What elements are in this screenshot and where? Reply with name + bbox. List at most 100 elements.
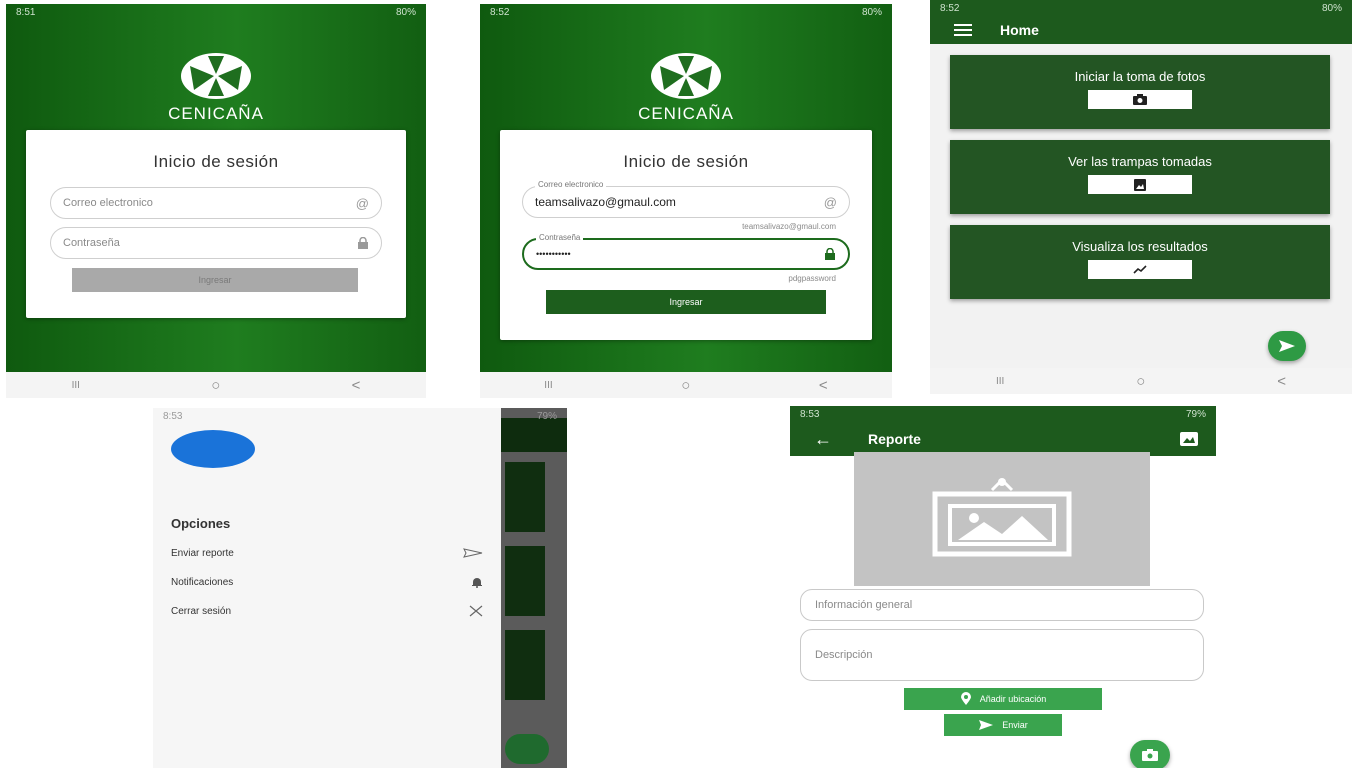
home-button[interactable]: ○ — [1136, 373, 1145, 390]
home-appbar: Home — [930, 16, 1352, 44]
view-traps-card[interactable]: Ver las trampas tomadas — [950, 140, 1330, 214]
camera-button[interactable] — [1088, 90, 1192, 109]
status-time: 8:52 — [940, 2, 960, 14]
dimmed-home-card — [505, 546, 545, 616]
image-icon — [1134, 178, 1146, 191]
lock-icon — [358, 237, 368, 249]
lock-icon — [825, 248, 835, 260]
login-title: Inicio de sesión — [153, 152, 279, 171]
cenicana-logo-icon — [651, 53, 721, 99]
back-arrow-icon[interactable]: ← — [814, 429, 832, 450]
status-time: 8:53 — [163, 410, 183, 422]
login-card: Inicio de sesión Correo electronico team… — [500, 130, 872, 340]
login-button[interactable]: Ingresar — [546, 290, 826, 314]
password-label: Contraseña — [536, 233, 584, 242]
status-bar: 8:51 80% — [6, 4, 426, 20]
back-button[interactable]: < — [1277, 373, 1286, 390]
status-time: 8:52 — [490, 6, 510, 18]
login-card: Inicio de sesión Correo electronico @ Co… — [26, 130, 406, 318]
recent-apps-button[interactable]: III — [996, 376, 1004, 387]
bell-icon — [472, 578, 482, 588]
trend-icon — [1133, 264, 1147, 274]
system-navbar: III ○ < — [6, 372, 426, 398]
password-value: ••••••••••• — [536, 249, 571, 259]
system-navbar: III ○ < — [930, 368, 1352, 394]
send-icon — [1279, 340, 1295, 352]
system-navbar: III ○ < — [480, 372, 892, 398]
send-label: Enviar — [1002, 720, 1028, 730]
gallery-button[interactable] — [1088, 175, 1192, 194]
add-location-button[interactable]: Añadir ubicación — [904, 688, 1102, 710]
login-screen-empty: 8:51 80% CENICAÑA Inicio de sesión Corre… — [6, 4, 426, 398]
brand-name: CENICAÑA — [638, 104, 734, 123]
take-photos-label: Iniciar la toma de fotos — [1074, 69, 1206, 84]
camera-icon — [1133, 94, 1147, 105]
add-location-label: Añadir ubicación — [979, 694, 1047, 704]
drawer-section-title: Opciones — [171, 516, 231, 531]
home-title: Home — [1000, 22, 1039, 38]
send-icon — [463, 548, 483, 558]
report-title: Reporte — [868, 431, 921, 447]
email-helper: teamsalivazo@gmaul.com — [742, 222, 836, 231]
send-fab[interactable] — [1268, 331, 1306, 361]
password-placeholder: Contraseña — [63, 237, 120, 249]
dimmed-fab — [505, 734, 549, 764]
email-value: teamsalivazo@gmaul.com — [535, 195, 676, 209]
cenicana-logo-icon — [181, 53, 251, 99]
take-photos-card[interactable]: Iniciar la toma de fotos — [950, 55, 1330, 129]
view-traps-label: Ver las trampas tomadas — [1068, 154, 1212, 169]
image-placeholder-icon — [932, 478, 1072, 557]
status-bar: 8:52 80% — [930, 0, 1352, 16]
at-icon: @ — [355, 195, 369, 211]
drawer-item-logout[interactable]: Cerrar sesión — [171, 601, 483, 621]
send-icon — [979, 720, 994, 730]
description-field[interactable]: Descripción — [800, 629, 1204, 681]
status-time: 8:53 — [800, 408, 820, 420]
report-appbar: ← Reporte — [790, 422, 1216, 456]
email-label: Correo electronico — [535, 180, 607, 189]
drawer-item-label: Cerrar sesión — [171, 605, 232, 617]
report-screen: 8:53 79% ← Reporte Información general D… — [790, 406, 1216, 768]
general-info-placeholder: Información general — [815, 599, 913, 611]
recent-apps-button[interactable]: III — [544, 380, 552, 391]
send-report-button[interactable]: Enviar — [944, 714, 1062, 736]
drawer-item-notifications[interactable]: Notificaciones — [171, 572, 483, 592]
general-info-field[interactable]: Información general — [800, 589, 1204, 621]
brand-name: CENICAÑA — [168, 104, 264, 123]
camera-icon — [1142, 749, 1158, 761]
recent-apps-button[interactable]: III — [72, 380, 80, 391]
email-placeholder: Correo electronico — [63, 197, 153, 209]
drawer-item-label: Notificaciones — [171, 576, 234, 588]
status-bar: 8:52 80% — [480, 4, 892, 20]
login-button[interactable]: Ingresar — [72, 268, 358, 292]
navigation-drawer: 8:53 79% Opciones Enviar reporte Notific… — [153, 408, 557, 768]
gallery-icon[interactable] — [1180, 432, 1198, 446]
status-bar: 8:53 79% — [790, 406, 1216, 422]
dimmed-home-card — [505, 462, 545, 532]
back-button[interactable]: < — [819, 377, 828, 394]
home-button[interactable]: ○ — [211, 377, 220, 394]
status-time: 8:51 — [16, 6, 36, 18]
status-battery: 79% — [1185, 408, 1206, 420]
password-helper: pdgpassword — [788, 274, 836, 283]
email-field[interactable]: Correo electronico @ — [50, 187, 382, 219]
location-pin-icon — [960, 692, 971, 705]
avatar — [171, 430, 255, 468]
drawer-item-label: Enviar reporte — [171, 547, 234, 559]
drawer-item-send-report[interactable]: Enviar reporte — [171, 543, 483, 563]
close-icon — [469, 605, 483, 617]
back-button[interactable]: < — [352, 377, 361, 394]
results-label: Visualiza los resultados — [1072, 239, 1208, 254]
password-field[interactable]: Contraseña — [50, 227, 382, 259]
status-battery: 80% — [395, 6, 416, 18]
results-button[interactable] — [1088, 260, 1192, 279]
drawer-screen: 8:53 79% Opciones Enviar reporte Notific… — [153, 408, 567, 768]
email-field[interactable]: Correo electronico teamsalivazo@gmaul.co… — [522, 180, 850, 218]
results-card[interactable]: Visualiza los resultados — [950, 225, 1330, 299]
at-icon: @ — [823, 194, 837, 210]
home-button[interactable]: ○ — [681, 377, 690, 394]
password-field[interactable]: Contraseña ••••••••••• — [522, 233, 850, 270]
menu-icon[interactable] — [954, 24, 972, 36]
camera-fab[interactable] — [1130, 740, 1170, 768]
photo-placeholder[interactable] — [854, 452, 1150, 586]
